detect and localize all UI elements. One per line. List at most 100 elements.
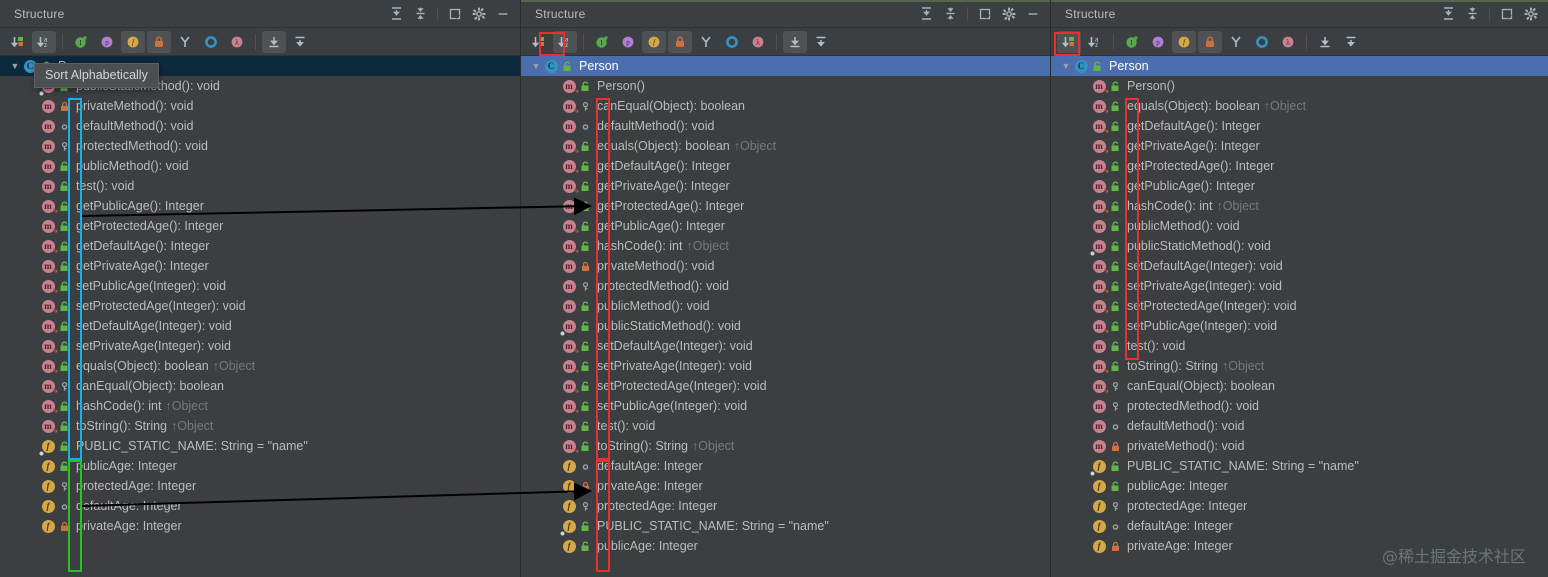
- show-fields-button[interactable]: f: [121, 30, 145, 53]
- chevron-down-icon[interactable]: ▼: [8, 61, 22, 71]
- tree-item-field[interactable]: f PUBLIC_STATIC_NAME: String = "name": [521, 516, 1050, 537]
- tree-item-method[interactable]: m test(): void: [521, 416, 1050, 436]
- expand-all-button[interactable]: [262, 30, 286, 53]
- expand-all-icon[interactable]: [915, 3, 937, 25]
- show-inherited-button[interactable]: I: [590, 31, 614, 53]
- tree-item-field[interactable]: f protectedAge: Integer: [1051, 496, 1548, 516]
- show-non-public-button[interactable]: [668, 30, 692, 53]
- show-non-public-button[interactable]: [1198, 30, 1222, 53]
- tree-item-field[interactable]: f defaultAge: Integer: [521, 456, 1050, 476]
- chevron-down-icon[interactable]: ▼: [529, 61, 543, 71]
- tree-item-field[interactable]: f protectedAge: Integer: [0, 476, 520, 496]
- tree-item-method[interactable]: m ⤷ setDefaultAge(Integer): void: [0, 316, 520, 336]
- sort-alphabetically-button[interactable]: a z: [32, 30, 56, 53]
- tree-item-method[interactable]: m publicMethod(): void: [1051, 216, 1548, 236]
- tree-item-field[interactable]: f publicAge: Integer: [1051, 476, 1548, 496]
- expand-all-icon[interactable]: [1437, 3, 1459, 25]
- minimize-icon[interactable]: [1022, 3, 1044, 25]
- tree-item-method[interactable]: m defaultMethod(): void: [0, 116, 520, 136]
- show-interfaces-button[interactable]: [720, 31, 744, 53]
- tree-item-method[interactable]: m ⤷ getPublicAge(): Integer: [521, 216, 1050, 236]
- show-fields-button[interactable]: f: [642, 30, 666, 53]
- tree-item-method[interactable]: m protectedMethod(): void: [0, 136, 520, 156]
- tree-item-field[interactable]: f PUBLIC_STATIC_NAME: String = "name": [1051, 456, 1548, 477]
- sort-by-visibility-button[interactable]: [1057, 30, 1081, 53]
- tree-item-method[interactable]: m ⤷ setPrivateAge(Integer): void: [521, 356, 1050, 376]
- show-lambdas-button[interactable]: λ: [225, 31, 249, 53]
- show-properties-button[interactable]: p: [95, 31, 119, 53]
- tree-item-method[interactable]: m ⤷ setProtectedAge(Integer): void: [521, 376, 1050, 396]
- tree-item-method[interactable]: m ⤷ setProtectedAge(Integer): void: [1051, 296, 1548, 316]
- tree-item-method[interactable]: m ⤷ Person(): [521, 76, 1050, 96]
- tree-item-field[interactable]: f privateAge: Integer: [0, 516, 520, 536]
- tree-item-method[interactable]: m ⤷ canEqual(Object): boolean: [0, 376, 520, 396]
- settings-gear-icon[interactable]: [468, 3, 490, 25]
- tree-item-method[interactable]: m privateMethod(): void: [0, 96, 520, 116]
- tree-item-method[interactable]: m ⤷ hashCode(): int ↑Object: [1051, 196, 1548, 216]
- tree-item-method[interactable]: m publicMethod(): void: [521, 296, 1050, 316]
- sort-alphabetically-button[interactable]: a z: [553, 30, 577, 53]
- collapse-all-button[interactable]: [1339, 31, 1363, 53]
- collapse-all-icon[interactable]: [409, 3, 431, 25]
- collapse-all-button[interactable]: [809, 31, 833, 53]
- sort-by-visibility-button[interactable]: [6, 31, 30, 53]
- tree-item-method[interactable]: m ⤷ getProtectedAge(): Integer: [0, 216, 520, 236]
- tree-item-field[interactable]: f publicAge: Integer: [0, 456, 520, 476]
- tree-item-method[interactable]: m ⤷ getPrivateAge(): Integer: [1051, 136, 1548, 156]
- show-inherited-button[interactable]: I: [1120, 31, 1144, 53]
- tree-item-method[interactable]: m ⤷ equals(Object): boolean ↑Object: [0, 356, 520, 376]
- tree-item-field[interactable]: f protectedAge: Integer: [521, 496, 1050, 516]
- tree-item-method[interactable]: m ⤷ getPrivateAge(): Integer: [0, 256, 520, 276]
- tree-item-method[interactable]: m ⤷ setDefaultAge(Integer): void: [521, 336, 1050, 356]
- tree-item-field[interactable]: f privateAge: Integer: [521, 476, 1050, 496]
- show-anonymous-classes-button[interactable]: [1224, 31, 1248, 53]
- show-interfaces-button[interactable]: [199, 31, 223, 53]
- collapse-all-icon[interactable]: [1461, 3, 1483, 25]
- settings-gear-icon[interactable]: [998, 3, 1020, 25]
- tree-root-node[interactable]: ▼ C Person: [521, 56, 1050, 76]
- tree-item-method[interactable]: m ⤷ getDefaultAge(): Integer: [0, 236, 520, 256]
- expand-all-button[interactable]: [1313, 31, 1337, 53]
- tree-item-method[interactable]: m ⤷ equals(Object): boolean ↑Object: [521, 136, 1050, 156]
- tree-item-method[interactable]: m publicMethod(): void: [0, 156, 520, 176]
- tree-item-field[interactable]: f PUBLIC_STATIC_NAME: String = "name": [0, 436, 520, 457]
- tree-item-method[interactable]: m ⤷ toString(): String ↑Object: [0, 416, 520, 436]
- tree-item-field[interactable]: f defaultAge: Integer: [0, 496, 520, 516]
- tree-item-method[interactable]: m ⤷ setProtectedAge(Integer): void: [0, 296, 520, 316]
- tree-item-method[interactable]: m ⤷ hashCode(): int ↑Object: [521, 236, 1050, 256]
- tree-item-method[interactable]: m privateMethod(): void: [1051, 436, 1548, 456]
- tree-item-method[interactable]: m ⤷ equals(Object): boolean ↑Object: [1051, 96, 1548, 116]
- tree-item-method[interactable]: m ⤷ setPublicAge(Integer): void: [1051, 316, 1548, 336]
- tree-item-method[interactable]: m protectedMethod(): void: [521, 276, 1050, 296]
- sort-alphabetically-button[interactable]: a z: [1083, 31, 1107, 53]
- window-icon[interactable]: [974, 3, 996, 25]
- tree-item-method[interactable]: m test(): void: [1051, 336, 1548, 356]
- window-icon[interactable]: [444, 3, 466, 25]
- tree-root-node[interactable]: ▼ C Person: [1051, 56, 1548, 76]
- tree-item-method[interactable]: m ⤷ setPrivateAge(Integer): void: [1051, 276, 1548, 296]
- sort-by-visibility-button[interactable]: [527, 31, 551, 53]
- show-lambdas-button[interactable]: λ: [746, 31, 770, 53]
- show-properties-button[interactable]: p: [616, 31, 640, 53]
- show-fields-button[interactable]: f: [1172, 30, 1196, 53]
- show-non-public-button[interactable]: [147, 30, 171, 53]
- tree-item-method[interactable]: m ⤷ setDefaultAge(Integer): void: [1051, 256, 1548, 276]
- tree-item-method[interactable]: m ⤷ getDefaultAge(): Integer: [1051, 116, 1548, 136]
- minimize-icon[interactable]: [492, 3, 514, 25]
- tree-item-method[interactable]: m test(): void: [0, 176, 520, 196]
- tree-item-method[interactable]: m ⤷ Person(): [1051, 76, 1548, 96]
- show-interfaces-button[interactable]: [1250, 31, 1274, 53]
- tree-item-method[interactable]: m ⤷ canEqual(Object): boolean: [1051, 376, 1548, 396]
- tree-item-method[interactable]: m ⤷ getPublicAge(): Integer: [0, 196, 520, 216]
- expand-all-button[interactable]: [783, 30, 807, 53]
- show-properties-button[interactable]: p: [1146, 31, 1170, 53]
- settings-gear-icon[interactable]: [1520, 3, 1542, 25]
- collapse-all-icon[interactable]: [939, 3, 961, 25]
- tree-item-method[interactable]: m ⤷ setPrivateAge(Integer): void: [0, 336, 520, 356]
- tree-item-method[interactable]: m defaultMethod(): void: [521, 116, 1050, 136]
- tree-item-method[interactable]: m ⤷ toString(): String ↑Object: [521, 436, 1050, 456]
- tree-item-method[interactable]: m ⤷ hashCode(): int ↑Object: [0, 396, 520, 416]
- tree-item-method[interactable]: m ⤷ getPublicAge(): Integer: [1051, 176, 1548, 196]
- show-lambdas-button[interactable]: λ: [1276, 31, 1300, 53]
- tree-item-method[interactable]: m ⤷ getProtectedAge(): Integer: [1051, 156, 1548, 176]
